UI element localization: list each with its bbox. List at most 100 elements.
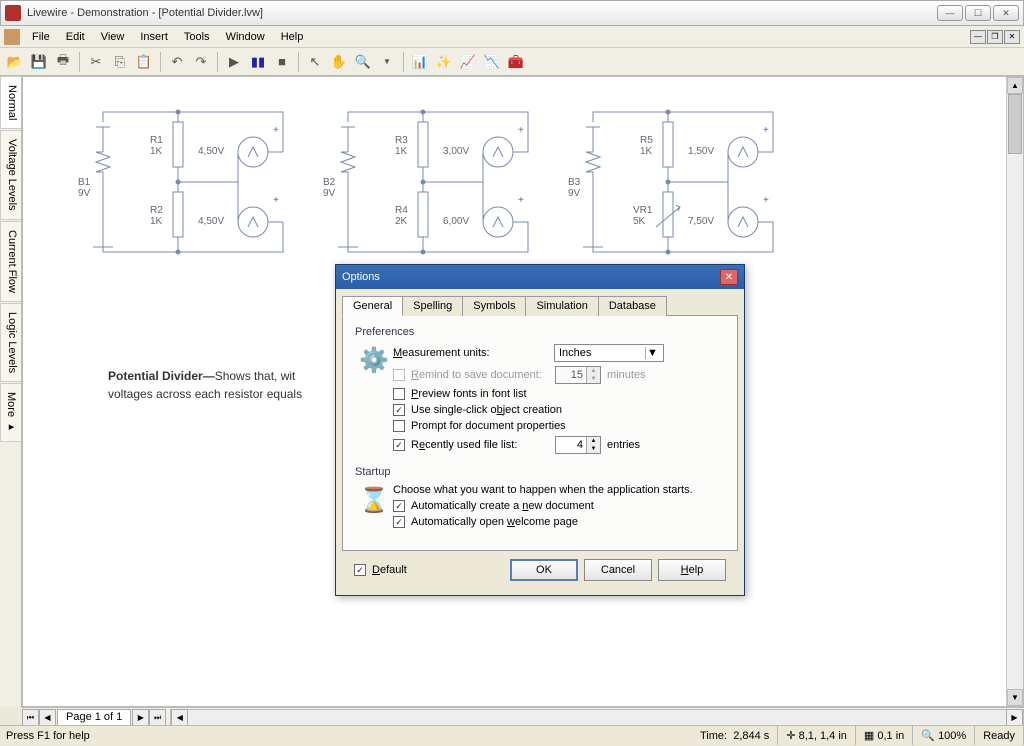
menu-tools[interactable]: Tools	[176, 29, 218, 45]
page-next[interactable]: ▶	[132, 709, 149, 726]
dialog-close-icon[interactable]: ✕	[720, 269, 738, 285]
tab-current[interactable]: Current Flow	[0, 221, 21, 302]
scroll-thumb[interactable]	[1008, 94, 1022, 154]
hscroll-track[interactable]: ◀ ▶	[170, 709, 1024, 726]
tab-logic[interactable]: Logic Levels	[0, 303, 21, 382]
chart-icon[interactable]: 📊	[409, 51, 431, 73]
page-first[interactable]: ⏮	[22, 709, 39, 726]
zoom-icon[interactable]: 🔍	[352, 51, 374, 73]
tab-symbols[interactable]: Symbols	[462, 296, 526, 316]
dialog-titlebar[interactable]: Options ✕	[336, 265, 744, 289]
remind-checkbox	[393, 369, 405, 381]
hand-icon[interactable]: ✋	[328, 51, 350, 73]
save-icon[interactable]: 💾	[28, 51, 50, 73]
redo-icon[interactable]: ↷	[190, 51, 212, 73]
page-indicator: Page 1 of 1	[57, 709, 131, 726]
titlebar: Livewire - Demonstration - [Potential Di…	[0, 0, 1024, 26]
tab-simulation[interactable]: Simulation	[525, 296, 598, 316]
preview-label: Preview fonts in font list	[411, 388, 527, 400]
mdi-close[interactable]: ✕	[1004, 30, 1020, 44]
side-tabs: Normal Voltage Levels Current Flow Logic…	[0, 76, 22, 707]
mdi-minimize[interactable]: —	[970, 30, 986, 44]
autonew-label: Automatically create a new document	[411, 500, 594, 512]
menu-help[interactable]: Help	[273, 29, 312, 45]
status-hint: Press F1 for help	[0, 730, 692, 742]
cancel-button[interactable]: Cancel	[584, 559, 652, 581]
recent-spinner[interactable]: ▲▼	[555, 436, 601, 454]
menu-view[interactable]: View	[93, 29, 133, 45]
print-icon[interactable]: 🖶	[52, 51, 74, 73]
hscroll-left[interactable]: ◀	[171, 709, 188, 726]
close-button[interactable]: ✕	[993, 5, 1019, 21]
toolbox-icon[interactable]: 🧰	[505, 51, 527, 73]
pause-icon[interactable]: ▮▮	[247, 51, 269, 73]
pointer-icon[interactable]: ↖	[304, 51, 326, 73]
dialog-tabs: General Spelling Symbols Simulation Data…	[342, 295, 738, 316]
circuit-2: B29V R31K R42K 3,00V 6,00V ++	[323, 97, 553, 270]
prompt-checkbox[interactable]	[393, 420, 405, 432]
measurement-select[interactable]: Inches▼	[554, 344, 664, 362]
scroll-down-icon[interactable]: ▼	[1007, 689, 1023, 706]
graph1-icon[interactable]: 📈	[457, 51, 479, 73]
preview-checkbox[interactable]	[393, 388, 405, 400]
page-last[interactable]: ⏭	[149, 709, 166, 726]
options-dialog: Options ✕ General Spelling Symbols Simul…	[335, 264, 745, 596]
tab-normal[interactable]: Normal	[0, 76, 21, 129]
singleclick-checkbox[interactable]	[393, 404, 405, 416]
undo-icon[interactable]: ↶	[166, 51, 188, 73]
remind-label: Remind to save document:	[411, 369, 549, 381]
startup-heading: Startup	[355, 466, 725, 478]
copy-icon[interactable]: ⎘	[109, 51, 131, 73]
autowelcome-label: Automatically open welcome page	[411, 516, 578, 528]
preferences-heading: Preferences	[355, 326, 725, 338]
mdi-restore[interactable]: ❐	[987, 30, 1003, 44]
tab-voltage[interactable]: Voltage Levels	[0, 130, 21, 220]
autowelcome-checkbox[interactable]	[393, 516, 405, 528]
tab-general[interactable]: General	[342, 296, 403, 316]
autonew-checkbox[interactable]	[393, 500, 405, 512]
menu-insert[interactable]: Insert	[132, 29, 176, 45]
ok-button[interactable]: OK	[510, 559, 578, 581]
status-grid: ▦ 0,1 in	[856, 726, 913, 745]
toolbar: 📂 💾 🖶 ✂ ⎘ 📋 ↶ ↷ ▶ ▮▮ ■ ↖ ✋ 🔍 ▼ 📊 ✨ 📈 📉 🧰	[0, 48, 1024, 76]
cut-icon[interactable]: ✂	[85, 51, 107, 73]
startup-icon: ⌛	[359, 486, 387, 514]
status-position: ✛ 8,1, 1,4 in	[778, 726, 856, 745]
recent-label: Recently used file list:	[411, 439, 549, 451]
menu-edit[interactable]: Edit	[58, 29, 93, 45]
window-title: Livewire - Demonstration - [Potential Di…	[27, 7, 937, 19]
circuit-3: B39V R51K VR15K 1,50V 7,50V ++	[568, 97, 798, 270]
page-prev[interactable]: ◀	[39, 709, 56, 726]
tab-database[interactable]: Database	[598, 296, 667, 316]
tab-spelling[interactable]: Spelling	[402, 296, 463, 316]
remind-spinner: ▲▼	[555, 366, 601, 384]
graph2-icon[interactable]: 📉	[481, 51, 503, 73]
menu-file[interactable]: File	[24, 29, 58, 45]
dropdown-icon[interactable]: ▼	[376, 51, 398, 73]
vertical-scrollbar[interactable]: ▲ ▼	[1006, 77, 1023, 706]
recent-checkbox[interactable]	[393, 439, 405, 451]
tab-more[interactable]: More ▸	[0, 383, 21, 442]
document-icon	[4, 29, 20, 45]
statusbar: Press F1 for help Time: 2,844 s ✛ 8,1, 1…	[0, 725, 1024, 745]
wizard-icon[interactable]: ✨	[433, 51, 455, 73]
help-button[interactable]: Help	[658, 559, 726, 581]
menu-window[interactable]: Window	[218, 29, 273, 45]
menubar: File Edit View Insert Tools Window Help …	[0, 26, 1024, 48]
default-checkbox[interactable]	[354, 564, 366, 576]
preferences-icon: ⚙️	[359, 346, 387, 374]
play-icon[interactable]: ▶	[223, 51, 245, 73]
maximize-button[interactable]: ☐	[965, 5, 991, 21]
minimize-button[interactable]: —	[937, 5, 963, 21]
open-icon[interactable]: 📂	[4, 51, 26, 73]
stop-icon[interactable]: ■	[271, 51, 293, 73]
paste-icon[interactable]: 📋	[133, 51, 155, 73]
circuit-1: B19V R11K R21K 4,50V 4,50V ++	[78, 97, 308, 270]
horizontal-scrollbar: ⏮ ◀ Page 1 of 1 ▶ ⏭ ◀ ▶	[22, 707, 1024, 727]
app-icon	[5, 5, 21, 21]
hscroll-right[interactable]: ▶	[1006, 709, 1023, 726]
scroll-up-icon[interactable]: ▲	[1007, 77, 1023, 94]
status-time: Time: 2,844 s	[692, 726, 778, 745]
startup-intro: Choose what you want to happen when the …	[393, 484, 693, 496]
default-label: Default	[372, 564, 407, 576]
